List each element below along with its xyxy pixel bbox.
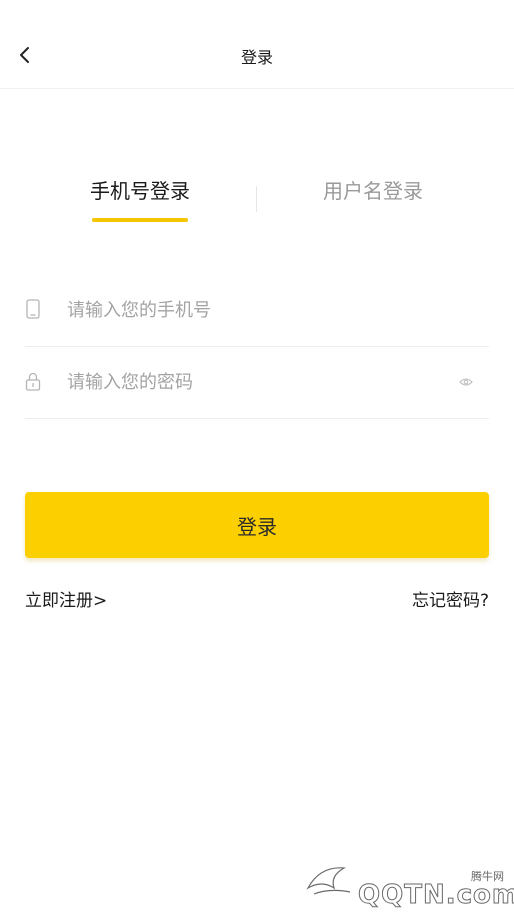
tab-divider <box>256 186 257 212</box>
eye-icon[interactable] <box>459 376 473 388</box>
watermark-text: QQTN.com <box>358 880 514 911</box>
forgot-password-link[interactable]: 忘记密码? <box>412 586 489 611</box>
phone-icon <box>26 299 40 319</box>
password-input[interactable] <box>67 366 447 398</box>
tab-username-login[interactable]: 用户名登录 <box>293 175 453 225</box>
password-field <box>25 346 489 419</box>
page-title: 登录 <box>240 48 273 67</box>
lock-icon <box>25 372 41 391</box>
watermark: 腾牛网 QQTN.com <box>300 858 514 911</box>
phone-field <box>25 274 489 347</box>
top-bar: 登录 <box>0 0 514 89</box>
phone-input[interactable] <box>67 294 447 326</box>
watermark-logo-icon <box>306 867 351 895</box>
register-link[interactable]: 立即注册> <box>25 586 107 611</box>
active-tab-indicator <box>92 218 188 222</box>
login-button[interactable]: 登录 <box>25 492 489 558</box>
